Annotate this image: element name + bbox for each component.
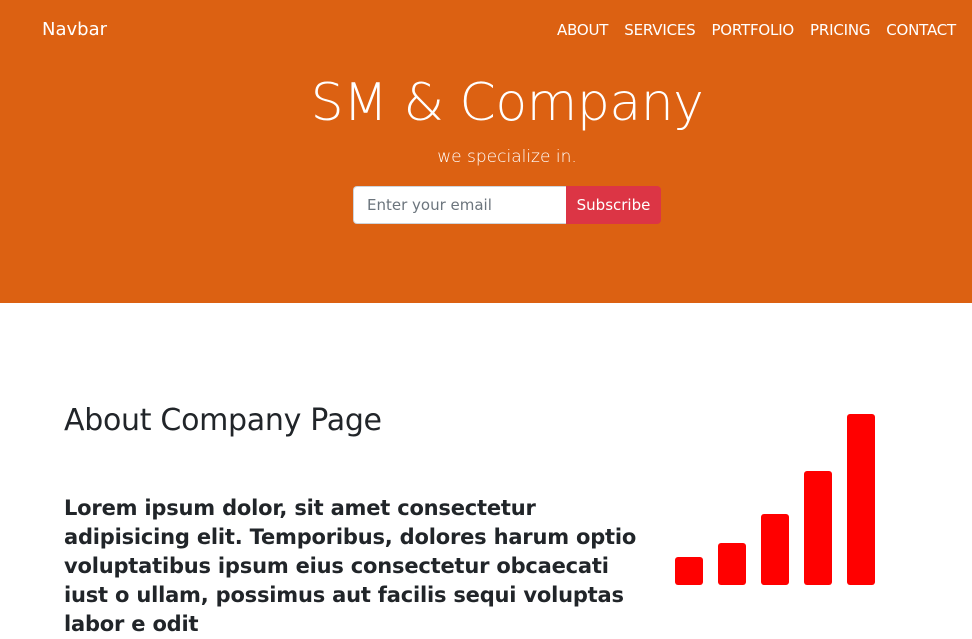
nav-link-pricing[interactable]: PRICING	[802, 19, 878, 41]
hero-subtitle: we specialize in.	[437, 147, 577, 167]
signal-bar-4	[804, 471, 832, 585]
hero-section: Navbar ABOUT SERVICES PORTFOLIO PRICING …	[0, 0, 972, 303]
subscribe-form: Subscribe	[353, 186, 661, 224]
signal-bar-2	[718, 543, 746, 585]
navbar-brand[interactable]: Navbar	[42, 18, 107, 42]
about-title: About Company Page	[64, 403, 382, 438]
nav-link-about[interactable]: ABOUT	[549, 19, 616, 41]
email-input[interactable]	[353, 186, 566, 224]
signal-bar-3	[761, 514, 789, 585]
main-nav: ABOUT SERVICES PORTFOLIO PRICING CONTACT	[549, 19, 964, 41]
nav-link-portfolio[interactable]: PORTFOLIO	[703, 19, 802, 41]
nav-link-services[interactable]: SERVICES	[616, 19, 703, 41]
hero-title: SM & Company	[310, 73, 704, 133]
about-text: Lorem ipsum dolor, sit amet consectetur …	[64, 496, 637, 636]
nav-link-contact[interactable]: CONTACT	[878, 19, 964, 41]
signal-bar-1	[675, 557, 703, 585]
signal-bar-5	[847, 414, 875, 585]
subscribe-button[interactable]: Subscribe	[566, 186, 661, 224]
signal-bars-icon	[675, 414, 875, 585]
